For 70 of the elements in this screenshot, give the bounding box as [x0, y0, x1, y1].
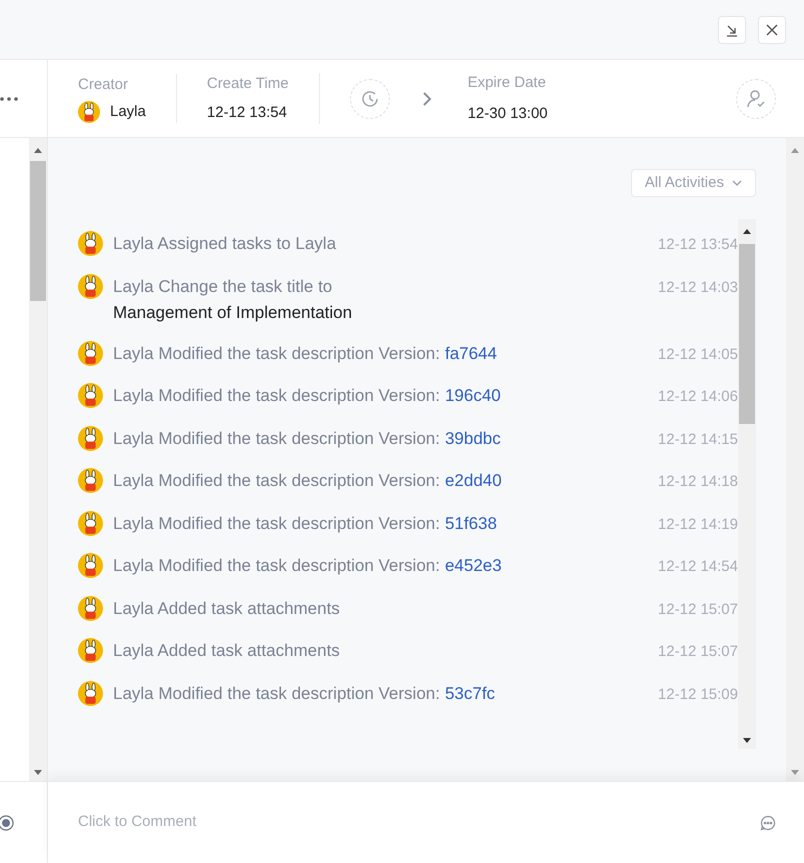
avatar-icon [78, 383, 103, 408]
version-link[interactable]: e2dd40 [444, 470, 502, 492]
avatar-icon [78, 680, 103, 706]
activity-text: Layla Modified the task description Version: [113, 428, 440, 450]
activity-time: 12-12 14:18 [658, 472, 738, 492]
scrollbar[interactable] [738, 219, 756, 749]
activity-time: 12-12 14:15 [658, 430, 738, 450]
activity-time: 12-12 14:19 [658, 514, 738, 534]
version-link[interactable]: 196c40 [444, 385, 501, 407]
comment-icon[interactable] [760, 814, 776, 830]
activity-text: Layla Modified the task description Version: [113, 555, 440, 577]
activity-time: 12-12 14:05 [658, 344, 738, 364]
creator-label: Creator [78, 75, 130, 95]
download-icon [725, 22, 739, 36]
version-link[interactable]: 39bdbc [444, 428, 501, 450]
scrollbar[interactable] [29, 138, 47, 781]
create-time: 12-12 13:54 [206, 102, 288, 122]
activity-text: Layla Modified the task description Version: [113, 342, 440, 364]
activity-text: Layla Modified the task description Version: [113, 512, 440, 534]
assignee-button[interactable] [736, 78, 776, 118]
expire-date: 12-30 13:00 [468, 104, 548, 124]
chevron-right-icon [422, 90, 432, 106]
export-button[interactable] [718, 16, 746, 44]
expire-date-label: Expire Date [468, 73, 547, 93]
creator-name: Layla [110, 102, 146, 122]
scroll-down-arrow-icon[interactable] [34, 770, 42, 775]
user-check-icon [746, 88, 766, 108]
task-title: Management of Implementation [113, 302, 354, 324]
scroll-down-arrow-icon[interactable] [743, 738, 751, 743]
avatar-icon [78, 510, 103, 536]
activity-time: 12-12 14:03 [658, 278, 738, 298]
clock-icon [360, 88, 380, 108]
activity-text: Layla Modified the task description Version: [113, 385, 440, 407]
avatar-icon [78, 426, 103, 450]
version-link[interactable]: fa7644 [444, 342, 497, 364]
avatar-icon [78, 231, 103, 256]
chevron-down-icon [732, 180, 742, 186]
activity-time: 12-12 13:54 [658, 235, 738, 255]
avatar-icon [78, 553, 103, 578]
avatar-icon [78, 596, 103, 620]
activity-text: Layla Assigned tasks to Layla [113, 233, 336, 255]
create-time-label: Create Time [206, 74, 289, 94]
version-link[interactable]: 51f638 [444, 512, 497, 534]
clock-button[interactable] [350, 78, 390, 118]
activity-text: Layla Modified the task description Version: [113, 470, 440, 492]
version-link[interactable]: 53c7fc [444, 682, 496, 704]
activity-time: 12-12 15:07 [658, 600, 738, 620]
avatar-icon [78, 340, 103, 366]
radio-icon[interactable] [0, 814, 14, 830]
scrollbar-thumb[interactable] [30, 161, 46, 301]
activity-time: 12-12 15:09 [658, 684, 738, 704]
activity-text: Layla Added task attachments [113, 640, 340, 662]
scrollbar-thumb[interactable] [739, 244, 755, 424]
more-icon[interactable] [0, 96, 18, 100]
activity-time: 12-12 14:54 [658, 557, 738, 577]
scroll-up-arrow-icon[interactable] [743, 229, 751, 234]
close-button[interactable] [758, 16, 786, 44]
comment-field[interactable]: Click to Comment [78, 811, 760, 834]
avatar-icon [78, 100, 100, 123]
avatar-icon [78, 638, 103, 663]
activity-text: Layla Added task attachments [113, 598, 340, 620]
scroll-up-arrow-icon[interactable] [34, 148, 42, 153]
version-link[interactable]: e452e3 [444, 555, 502, 577]
activity-text: Layla Change the task title to [113, 276, 332, 298]
avatar-icon [78, 274, 103, 298]
activity-text: Layla Modified the task description Version: [113, 682, 440, 704]
avatar-icon [78, 468, 103, 493]
close-icon [765, 22, 779, 36]
activity-time: 12-12 14:06 [658, 387, 738, 407]
activity-time: 12-12 15:07 [658, 642, 738, 662]
